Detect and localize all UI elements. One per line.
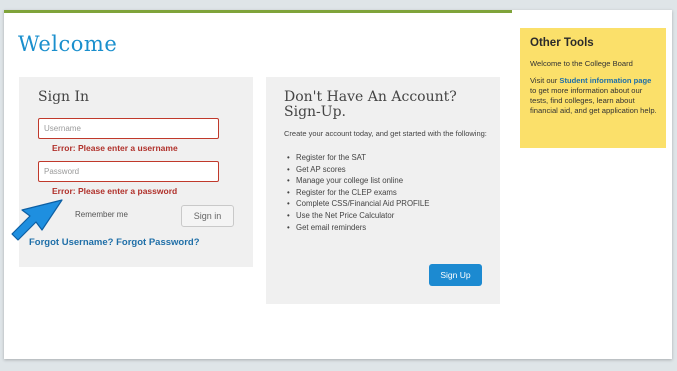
sign-up-button[interactable]: Sign Up — [429, 264, 482, 286]
signup-panel: Don't Have An Account? Sign-Up. Create y… — [266, 77, 500, 304]
password-error: Error: Please enter a password — [52, 186, 178, 196]
sign-in-button[interactable]: Sign in — [181, 205, 234, 227]
username-field[interactable] — [38, 118, 219, 139]
welcome-text: Welcome to the College Board — [530, 59, 633, 68]
signin-heading: Sign In — [38, 89, 90, 105]
page-title: Welcome — [18, 32, 118, 56]
signup-intro: Create your account today, and get start… — [284, 129, 487, 138]
signup-heading-line2: Sign-Up. — [284, 104, 346, 120]
list-item: Register for the CLEP exams — [284, 187, 429, 199]
remember-me-label: Remember me — [75, 210, 128, 219]
password-field[interactable] — [38, 161, 219, 182]
list-item: Use the Net Price Calculator — [284, 210, 429, 222]
forgot-password-link[interactable]: Forgot Password? — [116, 237, 199, 248]
signup-heading-line1: Don't Have An Account? — [284, 89, 457, 105]
other-tools-heading: Other Tools — [530, 37, 594, 49]
list-item: Complete CSS/Financial Aid PROFILE — [284, 198, 429, 210]
student-information-link[interactable]: Student information page — [559, 76, 651, 85]
visit-prefix: Visit our — [530, 76, 558, 85]
list-item: Get email reminders — [284, 222, 429, 234]
other-tools-panel: Other Tools Welcome to the College Board… — [520, 28, 666, 148]
accent-bar — [4, 10, 512, 13]
list-item: Get AP scores — [284, 164, 429, 176]
visit-text: Visit our Student information page to ge… — [530, 76, 658, 116]
benefits-list: Register for the SAT Get AP scores Manag… — [284, 152, 429, 233]
list-item: Register for the SAT — [284, 152, 429, 164]
list-item: Manage your college list online — [284, 175, 429, 187]
username-error: Error: Please enter a username — [52, 143, 178, 153]
visit-suffix: to get more information about our tests,… — [530, 86, 657, 115]
arrow-pointer-icon — [11, 199, 63, 241]
